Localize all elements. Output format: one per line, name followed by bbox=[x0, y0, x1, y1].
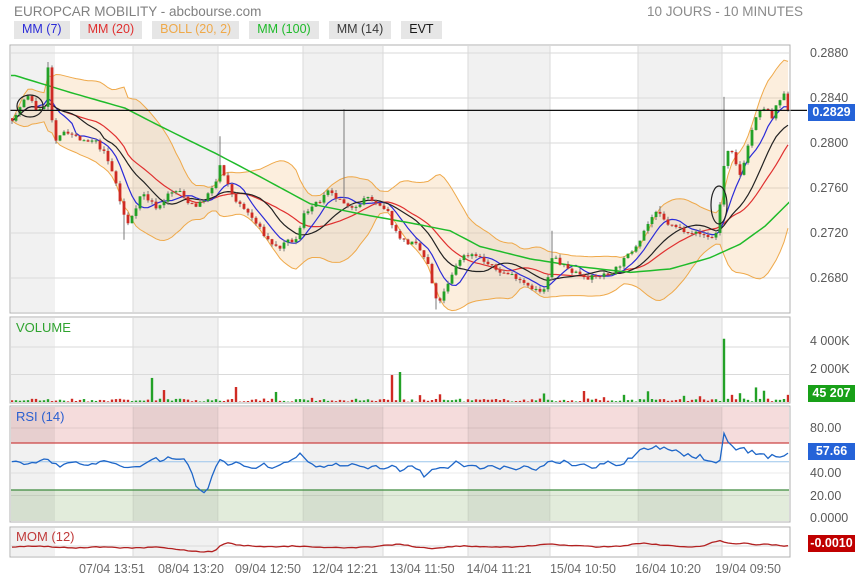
price-tick: 0.2760 bbox=[810, 181, 849, 195]
chart-app: EUROPCAR MOBILITY - abcbourse.com 10 JOU… bbox=[0, 0, 855, 580]
price-tick: 0.2680 bbox=[810, 271, 849, 285]
rsi-tick: 20.00 bbox=[810, 488, 842, 503]
current-volume-badge: 45 207 bbox=[808, 384, 855, 402]
rsi-tick: 40.00 bbox=[810, 466, 842, 480]
current-price-badge: 0.2829 bbox=[808, 103, 855, 121]
current-mom-badge: -0.0010 bbox=[808, 534, 855, 552]
volume-tick: 2 000K bbox=[810, 361, 850, 376]
rsi-tick: 80.00 bbox=[810, 421, 842, 435]
current-rsi-badge: 57.66 bbox=[808, 442, 855, 460]
time-tick: 15/04 10:50 bbox=[549, 562, 617, 576]
time-tick: 16/04 10:20 bbox=[634, 562, 702, 576]
rsi-zones bbox=[11, 407, 789, 521]
volume-tick: 4 000K bbox=[810, 334, 850, 348]
price-tick: 0.2720 bbox=[810, 226, 849, 240]
chart-canvas[interactable] bbox=[0, 0, 855, 580]
rsi-tick: 0.0000 bbox=[810, 511, 849, 525]
volume-panel-label: VOLUME bbox=[16, 320, 71, 335]
panel-background bbox=[11, 528, 789, 556]
price-tick: 0.2800 bbox=[810, 136, 849, 150]
time-tick: 19/04 09:50 bbox=[714, 562, 782, 576]
mom-panel-label: MOM (12) bbox=[16, 529, 75, 544]
rsi-panel-label: RSI (14) bbox=[16, 409, 65, 424]
time-tick: 14/04 11:21 bbox=[466, 562, 532, 576]
price-tick: 0.2880 bbox=[810, 46, 849, 60]
